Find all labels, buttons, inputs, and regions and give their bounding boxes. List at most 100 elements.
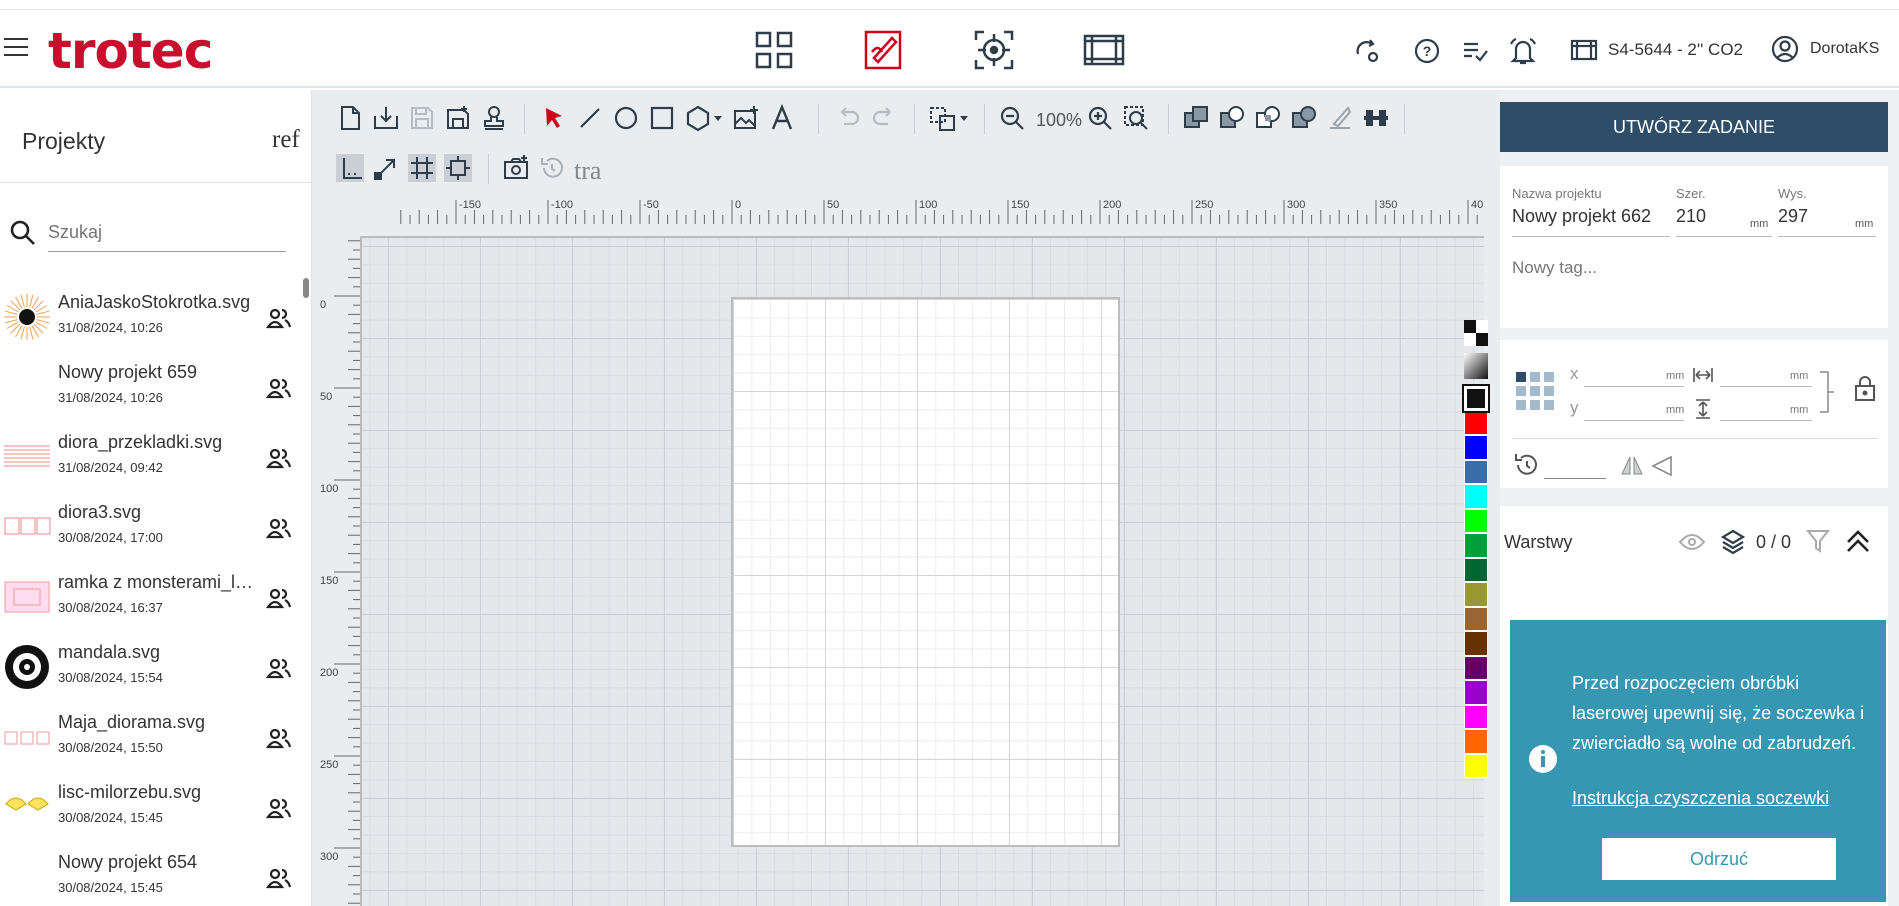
color-swatch[interactable] — [1464, 704, 1488, 729]
snap-center-icon[interactable] — [444, 154, 472, 182]
combine-union-icon[interactable] — [1182, 104, 1210, 132]
shared-users-icon[interactable] — [266, 586, 292, 610]
rotation-field[interactable] — [1544, 478, 1606, 479]
stamp-icon[interactable] — [480, 104, 508, 132]
shared-users-icon[interactable] — [266, 866, 292, 890]
combine-subtract-icon[interactable] — [1218, 104, 1246, 132]
zoom-in-icon[interactable] — [1086, 104, 1114, 132]
tag-input[interactable]: Nowy tag... — [1512, 258, 1597, 278]
filter-icon[interactable] — [1806, 528, 1830, 554]
redo-icon[interactable] — [870, 104, 898, 132]
search-input[interactable] — [48, 214, 286, 252]
undo-icon[interactable] — [834, 104, 862, 132]
save-as-icon[interactable] — [444, 104, 472, 132]
arrange-icon[interactable] — [928, 104, 972, 132]
color-swatch[interactable] — [1462, 384, 1490, 413]
color-swatch[interactable] — [1464, 680, 1488, 705]
film-frame-icon[interactable] — [1082, 28, 1126, 72]
lens-cleaning-link[interactable]: Instrukcja czyszczenia soczewki — [1572, 788, 1829, 809]
camera-icon[interactable] — [502, 154, 530, 182]
shared-users-icon[interactable] — [266, 726, 292, 750]
shared-users-icon[interactable] — [266, 306, 292, 330]
combine-intersect-icon[interactable] — [1254, 104, 1282, 132]
create-job-button[interactable]: UTWÓRZ ZADANIE — [1500, 102, 1888, 152]
shared-users-icon[interactable] — [266, 656, 292, 680]
snap-object-icon[interactable] — [372, 154, 400, 182]
dashboard-grid-icon[interactable] — [752, 28, 796, 72]
color-swatch[interactable] — [1464, 655, 1488, 680]
tab-design[interactable] — [857, 28, 911, 98]
w-field[interactable] — [1720, 386, 1812, 387]
collapse-icon[interactable] — [1844, 528, 1872, 554]
width-field[interactable]: 210 — [1676, 206, 1706, 227]
workpiece-sheet[interactable] — [731, 297, 1120, 847]
color-swatch[interactable] — [1464, 631, 1488, 656]
color-swatch[interactable] — [1464, 582, 1488, 607]
lock-icon[interactable] — [1852, 374, 1878, 402]
import-icon[interactable] — [372, 104, 400, 132]
zoom-fit-icon[interactable] — [1122, 104, 1150, 132]
project-list-item[interactable]: Nowy projekt 654 30/08/2024, 15:45 — [0, 844, 302, 906]
color-swatch[interactable] — [1464, 533, 1488, 558]
dismiss-button[interactable]: Odrzuć — [1602, 838, 1836, 880]
project-list-item[interactable]: diora3.svg 30/08/2024, 17:00 — [0, 494, 302, 564]
color-swatch[interactable] — [1464, 753, 1488, 778]
eye-icon[interactable] — [1678, 532, 1706, 552]
align-icon[interactable] — [1362, 104, 1390, 132]
color-swatch[interactable] — [1464, 557, 1488, 582]
color-swatch[interactable] — [1464, 484, 1488, 509]
height-field[interactable]: 297 — [1778, 206, 1808, 227]
color-swatch[interactable] — [1464, 729, 1488, 754]
polygon-tool-icon[interactable] — [684, 104, 724, 132]
layers-stack-icon[interactable] — [1720, 528, 1746, 556]
shared-users-icon[interactable] — [266, 516, 292, 540]
ellipse-tool-icon[interactable] — [612, 104, 640, 132]
menu-icon[interactable] — [4, 38, 28, 58]
anchor-grid-icon[interactable] — [1514, 370, 1558, 414]
project-list-item[interactable]: lisc-milorzebu.svg 30/08/2024, 15:45 — [0, 774, 302, 844]
project-list-item[interactable]: diora_przekladki.svg 31/08/2024, 09:42 — [0, 424, 302, 494]
search-icon[interactable] — [8, 218, 38, 248]
scrollbar-thumb[interactable] — [303, 278, 309, 298]
snap-grid-icon[interactable] — [408, 154, 436, 182]
color-swatch[interactable] — [1464, 508, 1488, 533]
snap-guide-icon[interactable] — [336, 154, 364, 182]
select-arrow-icon[interactable] — [540, 104, 568, 132]
y-field[interactable] — [1584, 420, 1684, 421]
image-tool-icon[interactable] — [732, 104, 760, 132]
bell-icon[interactable] — [1508, 36, 1538, 66]
gradient-swatch-icon[interactable] — [1464, 351, 1488, 381]
job-target-icon[interactable] — [972, 28, 1016, 72]
line-tool-icon[interactable] — [576, 104, 604, 132]
project-list-item[interactable]: AniaJaskoStokrotka.svg 31/08/2024, 10:26 — [0, 284, 302, 354]
project-list-item[interactable]: Maja_diorama.svg 30/08/2024, 15:50 — [0, 704, 302, 774]
flip-horizontal-icon[interactable] — [1620, 454, 1644, 478]
shared-users-icon[interactable] — [266, 446, 292, 470]
checker-swatch-icon[interactable] — [1464, 320, 1488, 346]
user-menu[interactable]: DorotaKS — [1770, 34, 1879, 64]
project-name-field[interactable]: Nowy projekt 662 — [1512, 206, 1651, 227]
shared-users-icon[interactable] — [266, 796, 292, 820]
combine-exclude-icon[interactable] — [1290, 104, 1318, 132]
h-field[interactable] — [1720, 420, 1812, 421]
text-tool-icon[interactable] — [768, 104, 796, 132]
color-swatch[interactable] — [1464, 410, 1488, 435]
new-file-icon[interactable] — [336, 104, 364, 132]
x-field[interactable] — [1584, 386, 1684, 387]
project-list-item[interactable]: mandala.svg 30/08/2024, 15:54 — [0, 634, 302, 704]
zoom-out-icon[interactable] — [998, 104, 1026, 132]
color-swatch[interactable] — [1464, 459, 1488, 484]
refresh-label[interactable]: ref — [272, 126, 308, 154]
rotate-icon[interactable] — [538, 154, 566, 182]
device-selector[interactable]: S4-5644 - 2'' CO2 — [1570, 38, 1743, 62]
sync-settings-icon[interactable] — [1352, 36, 1382, 66]
color-swatch[interactable] — [1464, 435, 1488, 460]
help-icon[interactable]: ? — [1412, 36, 1442, 66]
color-swatch[interactable] — [1464, 606, 1488, 631]
knife-tool-icon[interactable] — [1326, 104, 1354, 132]
task-list-icon[interactable] — [1460, 36, 1490, 66]
shared-users-icon[interactable] — [266, 376, 292, 400]
project-list-item[interactable]: ramka z monsterami_lekki_stary 30/08/202… — [0, 564, 302, 634]
project-list-item[interactable]: Nowy projekt 659 31/08/2024, 10:26 — [0, 354, 302, 424]
rectangle-tool-icon[interactable] — [648, 104, 676, 132]
